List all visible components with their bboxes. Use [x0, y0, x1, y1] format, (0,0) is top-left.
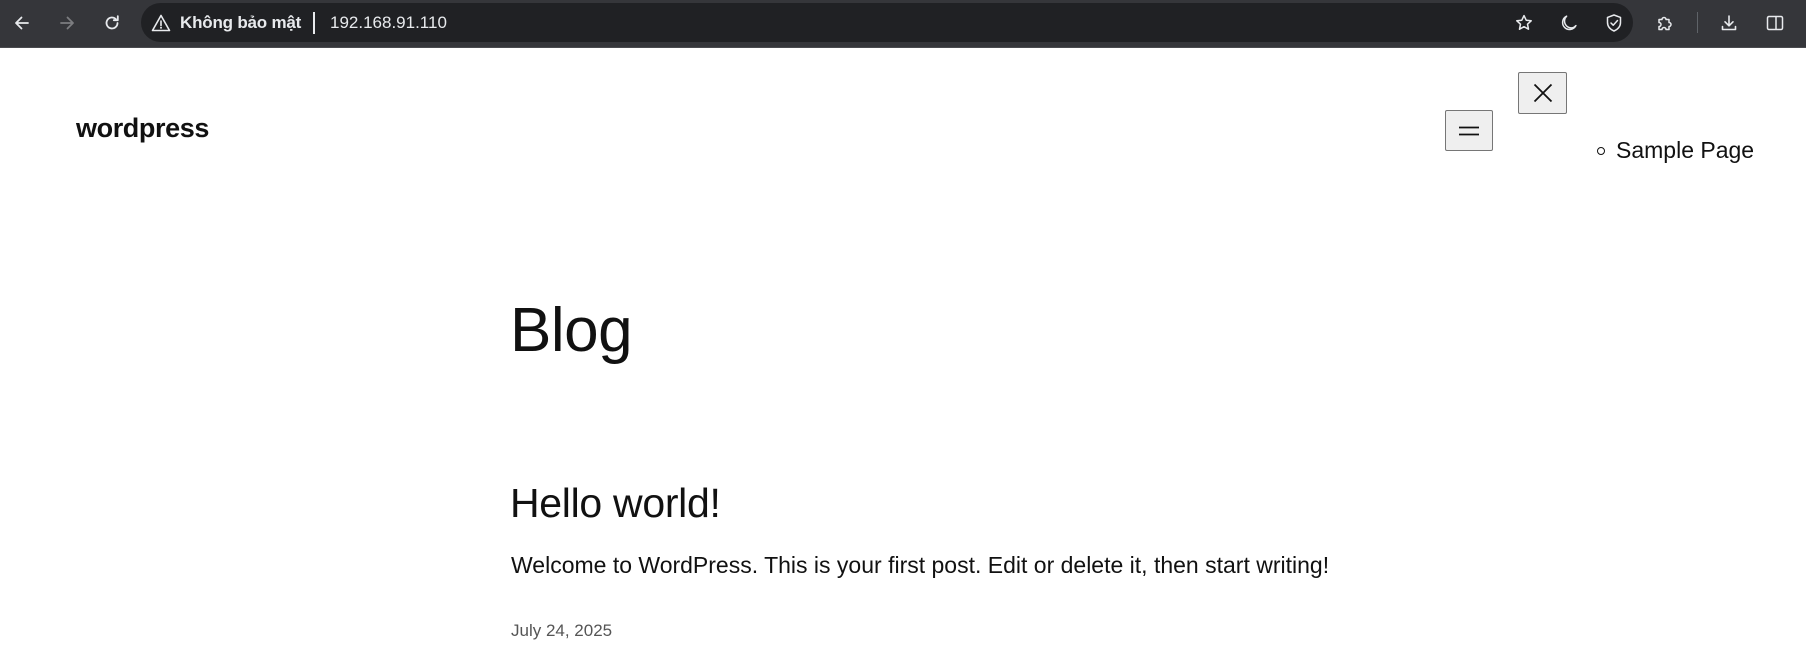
- forward-button[interactable]: [51, 7, 83, 39]
- bullet-icon: [1597, 146, 1605, 155]
- downloads-button[interactable]: [1713, 7, 1745, 39]
- toolbar-separator: [1697, 12, 1698, 33]
- moon-icon: [1561, 15, 1577, 31]
- warning-triangle-icon: [151, 14, 171, 31]
- open-menu-button[interactable]: [1445, 110, 1493, 151]
- close-icon: [1533, 83, 1552, 103]
- browser-toolbar: Không bảo mật 192.168.91.110: [0, 0, 1806, 47]
- puzzle-icon: [1658, 16, 1672, 31]
- close-menu-button[interactable]: [1518, 72, 1567, 114]
- reload-button[interactable]: [96, 7, 128, 39]
- post-title-link[interactable]: Hello world!: [510, 483, 721, 524]
- dark-mode-button[interactable]: [1556, 10, 1582, 36]
- nav-item-label[interactable]: Sample Page: [1616, 137, 1754, 164]
- back-button[interactable]: [6, 7, 38, 39]
- extensions-button[interactable]: [1649, 7, 1681, 39]
- bookmark-button[interactable]: [1511, 10, 1537, 36]
- omnibox-divider: [313, 12, 315, 34]
- toolbar-bottom-border: [0, 47, 1806, 48]
- nav-item-sample-page[interactable]: Sample Page: [1597, 137, 1754, 164]
- post-date[interactable]: July 24, 2025: [511, 621, 612, 641]
- side-panel-button[interactable]: [1759, 7, 1791, 39]
- side-panel-icon: [1766, 15, 1784, 31]
- star-icon: [1516, 14, 1532, 30]
- download-icon: [1721, 15, 1737, 31]
- arrow-right-icon: [60, 16, 74, 30]
- page-heading: Blog: [510, 296, 633, 365]
- security-label: Không bảo mật: [180, 12, 302, 32]
- address-bar[interactable]: Không bảo mật 192.168.91.110: [141, 3, 1633, 42]
- url-text[interactable]: 192.168.91.110: [330, 3, 447, 42]
- arrow-left-icon: [15, 16, 29, 30]
- hamburger-menu-icon: [1459, 126, 1479, 135]
- site-title-link[interactable]: wordpress: [76, 113, 209, 144]
- post-excerpt: Welcome to WordPress. This is your first…: [511, 552, 1330, 578]
- site-security-indicator[interactable]: Không bảo mật: [151, 3, 301, 42]
- reload-icon: [105, 15, 119, 30]
- site-navigation: Sample Page: [1597, 137, 1754, 164]
- shield-extension-button[interactable]: [1601, 10, 1627, 36]
- shield-check-icon: [1606, 14, 1622, 32]
